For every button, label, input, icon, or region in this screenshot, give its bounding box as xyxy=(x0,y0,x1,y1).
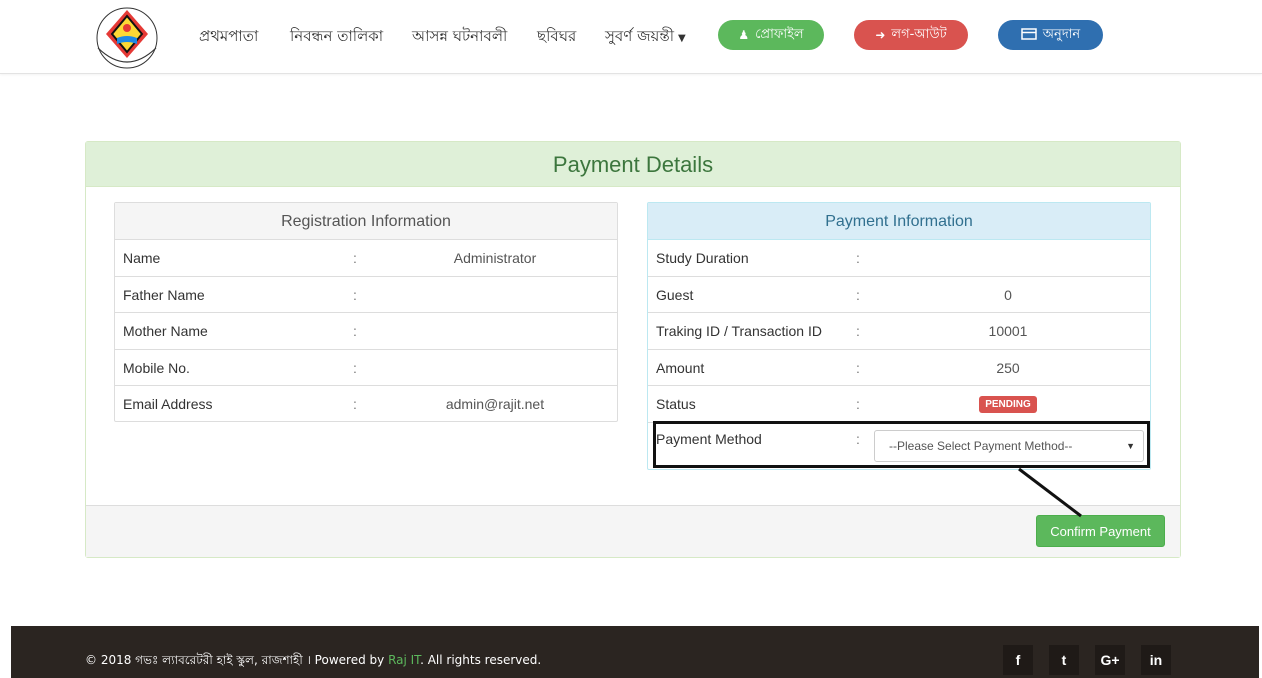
sign-out-icon: ➜ xyxy=(875,28,886,42)
row-value: 250 xyxy=(996,359,1020,376)
row-label: Guest xyxy=(656,286,694,303)
row-value: Administrator xyxy=(453,250,537,266)
credit-card-icon xyxy=(1021,28,1037,42)
nav-dropdown-label: সুবর্ণ জয়ন্তী xyxy=(605,27,674,45)
registration-info-table: Registration Information Name : Administ… xyxy=(114,202,618,422)
table-row: Mobile No. : xyxy=(115,350,617,386)
row-label: Mobile No. xyxy=(123,359,190,376)
table-row: Guest : 0 xyxy=(648,277,1150,313)
row-label: Email Address xyxy=(123,396,213,412)
row-label: Father Name xyxy=(123,286,205,303)
donate-button[interactable]: অনুদান xyxy=(998,20,1103,50)
logout-button[interactable]: ➜ লগ-আউট xyxy=(854,20,968,50)
row-value: 0 xyxy=(1004,286,1012,303)
status-badge: PENDING xyxy=(979,396,1037,413)
donate-button-label: অনুদান xyxy=(1042,26,1081,42)
dropdown-arrow-icon: ▼ xyxy=(1126,441,1135,451)
caret-down-icon: ▼ xyxy=(677,33,686,44)
table-row: Father Name : xyxy=(115,277,617,313)
logout-button-label: লগ-আউট xyxy=(891,26,947,42)
payment-method-selected: --Please Select Payment Method-- xyxy=(889,439,1073,453)
row-label: Status xyxy=(656,396,696,412)
copyright-text: © 2018 গভঃ ল্যাবরেটরী হাই স্কুল, রাজশাহী… xyxy=(85,653,542,667)
school-logo-icon[interactable] xyxy=(84,4,170,70)
table-row: Study Duration : xyxy=(648,240,1150,277)
top-navbar: প্রথমপাতা নিবন্ধন তালিকা আসন্ন ঘটনাবলী ছ… xyxy=(0,0,1262,74)
table-row: Traking ID / Transaction ID : 10001 xyxy=(648,313,1150,350)
table-row: Mother Name : xyxy=(115,313,617,350)
panel-title: Payment Details xyxy=(86,142,1180,187)
site-footer: © 2018 গভঃ ল্যাবরেটরী হাই স্কুল, রাজশাহী… xyxy=(11,626,1259,678)
payment-info-heading: Payment Information xyxy=(648,203,1150,240)
annotation-arrow xyxy=(1018,467,1082,518)
user-icon: ♟ xyxy=(738,28,750,42)
twitter-icon[interactable]: t xyxy=(1049,645,1079,675)
linkedin-icon[interactable]: in xyxy=(1141,645,1171,675)
row-label: Mother Name xyxy=(123,323,208,339)
nav-link-home[interactable]: প্রথমপাতা xyxy=(199,25,258,50)
nav-link-registration-list[interactable]: নিবন্ধন তালিকা xyxy=(290,25,383,50)
nav-link-upcoming-events[interactable]: আসন্ন ঘটনাবলী xyxy=(412,25,507,50)
row-value: admin@rajit.net xyxy=(445,396,545,412)
nav-link-gallery[interactable]: ছবিঘর xyxy=(537,25,576,50)
row-label: Amount xyxy=(656,359,705,376)
row-label: Name xyxy=(123,250,161,266)
profile-button-label: প্রোফাইল xyxy=(755,26,804,42)
row-label: Traking ID / Transaction ID xyxy=(656,323,822,339)
profile-button[interactable]: ♟ প্রোফাইল xyxy=(718,20,824,50)
facebook-icon[interactable]: f xyxy=(1003,645,1033,675)
payment-method-select[interactable]: --Please Select Payment Method-- ▼ xyxy=(874,430,1144,462)
table-row: Email Address : admin@rajit.net xyxy=(115,386,617,423)
row-value: 10001 xyxy=(988,323,1028,339)
table-row: Status : PENDING xyxy=(648,386,1150,423)
nav-dropdown-golden-jubilee[interactable]: সুবর্ণ জয়ন্তী ▼ xyxy=(605,25,686,50)
table-row: Name : Administrator xyxy=(115,240,617,277)
google-plus-icon[interactable]: G+ xyxy=(1095,645,1125,675)
registration-info-heading: Registration Information xyxy=(115,203,617,240)
row-label: Study Duration xyxy=(656,250,749,266)
brand-link[interactable]: Raj IT xyxy=(388,653,420,667)
table-row: Amount : 250 xyxy=(648,350,1150,386)
